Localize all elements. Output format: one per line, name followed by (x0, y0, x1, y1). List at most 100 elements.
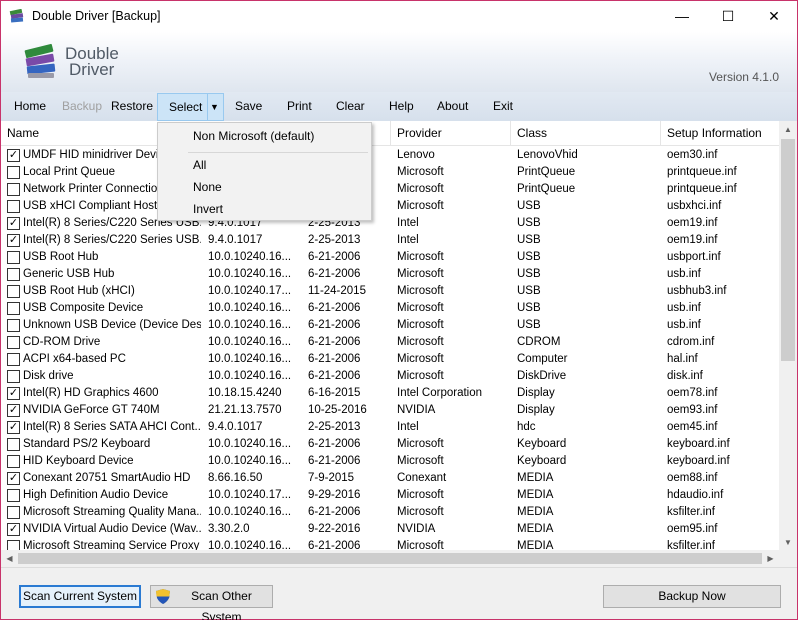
cell-name: Generic USB Hub (23, 268, 115, 280)
row-checkbox[interactable] (7, 166, 20, 179)
cell-version: 10.0.10240.16... (208, 302, 292, 314)
row-checkbox[interactable] (7, 200, 20, 213)
dropdown-item-invert[interactable]: Invert (193, 199, 223, 219)
row-checkbox[interactable] (7, 506, 20, 519)
close-button[interactable]: ✕ (751, 1, 797, 32)
row-checkbox[interactable] (7, 353, 20, 366)
app-header: Double Driver Version 4.1.0 (1, 32, 797, 92)
table-row[interactable]: USB Root Hub (xHCI) 10.0.10240.17... 11-24… (1, 283, 779, 300)
column-header-provider[interactable]: Provider (391, 121, 511, 146)
table-row[interactable]: USB Composite Device 10.0.10240.16... 6-21… (1, 300, 779, 317)
row-checkbox[interactable]: ✓ (7, 149, 20, 162)
row-checkbox[interactable] (7, 302, 20, 315)
row-checkbox[interactable] (7, 268, 20, 281)
scrollbar-corner (779, 550, 797, 567)
row-checkbox[interactable] (7, 336, 20, 349)
row-checkbox[interactable] (7, 251, 20, 264)
column-header-setup-information[interactable]: Setup Information (661, 121, 779, 146)
row-checkbox[interactable] (7, 438, 20, 451)
menu-help[interactable]: Help (389, 92, 414, 121)
backup-now-button[interactable]: Backup Now (603, 585, 781, 608)
table-row[interactable]: ✓ Intel(R) 8 Series SATA AHCI Cont... 9.4.… (1, 419, 779, 436)
cell-version: 10.18.15.4240 (208, 387, 282, 399)
table-row[interactable]: HID Keyboard Device 10.0.10240.16... 6-21-… (1, 453, 779, 470)
cell-class: USB (517, 285, 541, 297)
menu-save[interactable]: Save (235, 92, 262, 121)
table-row[interactable]: Microsoft Streaming Quality Mana... 10.0.… (1, 504, 779, 521)
cell-class: Display (517, 404, 555, 416)
table-row[interactable]: USB Root Hub 10.0.10240.16... 6-21-2006 Mic… (1, 249, 779, 266)
row-checkbox[interactable]: ✓ (7, 404, 20, 417)
menu-about[interactable]: About (437, 92, 468, 121)
table-row[interactable]: Standard PS/2 Keyboard 10.0.10240.16... 6-… (1, 436, 779, 453)
cell-version: 10.0.10240.16... (208, 251, 292, 263)
horizontal-scroll-thumb[interactable] (18, 553, 762, 564)
cell-setup-information: hdaudio.inf (667, 489, 724, 501)
scan-other-system-button[interactable]: Scan Other System (150, 585, 273, 620)
row-checkbox[interactable] (7, 455, 20, 468)
table-row[interactable]: Generic USB Hub 10.0.10240.16... 6-21-2006… (1, 266, 779, 283)
dropdown-item-none[interactable]: None (193, 177, 222, 197)
cell-provider: Conexant (397, 472, 447, 484)
table-row[interactable]: ✓ UMDF HID minidriver Device Lenovo LenovoV… (1, 147, 779, 164)
cell-class: USB (517, 268, 541, 280)
cell-class: USB (517, 319, 541, 331)
cell-setup-information: cdrom.inf (667, 336, 715, 348)
menu-clear[interactable]: Clear (336, 92, 365, 121)
row-checkbox[interactable]: ✓ (7, 234, 20, 247)
scroll-left-arrow-icon[interactable]: ◀ (1, 550, 18, 567)
row-checkbox[interactable]: ✓ (7, 387, 20, 400)
cell-class: Keyboard (517, 438, 567, 450)
scroll-up-arrow-icon[interactable]: ▲ (779, 121, 797, 138)
dropdown-item-all[interactable]: All (193, 155, 206, 175)
menu-restore[interactable]: Restore (111, 92, 153, 121)
maximize-button[interactable]: ☐ (705, 1, 751, 32)
cell-name: HID Keyboard Device (23, 455, 134, 467)
table-row[interactable]: ACPI x64-based PC 10.0.10240.16... 6-21-20… (1, 351, 779, 368)
menu-exit[interactable]: Exit (493, 92, 513, 121)
driver-list[interactable]: Name Provider Class Setup Information ✓ U… (1, 121, 797, 551)
row-checkbox[interactable]: ✓ (7, 472, 20, 485)
row-checkbox[interactable]: ✓ (7, 217, 20, 230)
row-checkbox[interactable]: ✓ (7, 421, 20, 434)
chevron-down-icon[interactable]: ▼ (210, 94, 222, 120)
row-checkbox[interactable] (7, 319, 20, 332)
scroll-right-arrow-icon[interactable]: ▶ (762, 550, 779, 567)
table-row[interactable]: ✓ Intel(R) 8 Series/C220 Series USB... 9.4… (1, 215, 779, 232)
table-row[interactable]: ✓ Intel(R) HD Graphics 4600 10.18.15.4240 6… (1, 385, 779, 402)
vertical-scroll-thumb[interactable] (781, 139, 795, 361)
row-checkbox[interactable] (7, 489, 20, 502)
row-checkbox[interactable] (7, 370, 20, 383)
scroll-down-arrow-icon[interactable]: ▼ (779, 534, 797, 551)
column-header-class[interactable]: Class (511, 121, 661, 146)
table-row[interactable]: ✓ Intel(R) 8 Series/C220 Series USB... 9.4… (1, 232, 779, 249)
table-row[interactable]: ✓ NVIDIA GeForce GT 740M 21.21.13.7570 10-2… (1, 402, 779, 419)
table-row[interactable]: High Definition Audio Device 10.0.10240.1… (1, 487, 779, 504)
row-checkbox[interactable] (7, 285, 20, 298)
minimize-button[interactable]: — (659, 1, 705, 32)
scan-current-system-button[interactable]: Scan Current System (19, 585, 141, 608)
table-row[interactable]: Disk drive 10.0.10240.16... 6-21-2006 Micro… (1, 368, 779, 385)
table-row[interactable]: USB xHCI Compliant Host Co... Microsoft US… (1, 198, 779, 215)
menu-home[interactable]: Home (14, 92, 46, 121)
table-row[interactable]: ✓ Conexant 20751 SmartAudio HD 8.66.16.50 7… (1, 470, 779, 487)
table-row[interactable]: ✓ NVIDIA Virtual Audio Device (Wav... 3.30… (1, 521, 779, 538)
title-bar[interactable]: Double Driver [Backup] — ☐ ✕ (1, 1, 797, 32)
dropdown-item-non-microsoft[interactable]: Non Microsoft (default) (193, 126, 314, 146)
table-row[interactable]: Network Printer Connection Microsoft Print… (1, 181, 779, 198)
menu-select[interactable]: Select ▼ (157, 93, 224, 121)
row-checkbox[interactable] (7, 183, 20, 196)
horizontal-scrollbar[interactable]: ◀ ▶ (1, 550, 779, 567)
cell-name: Microsoft Streaming Quality Mana... (23, 506, 201, 518)
table-row[interactable]: Local Print Queue Microsoft PrintQueue prin… (1, 164, 779, 181)
cell-provider: Microsoft (397, 438, 444, 450)
table-row[interactable]: CD-ROM Drive 10.0.10240.16... 6-21-2006 Mic… (1, 334, 779, 351)
cell-date: 2-25-2013 (308, 421, 361, 433)
menu-select-label[interactable]: Select (169, 94, 202, 120)
menu-print[interactable]: Print (287, 92, 312, 121)
vertical-scrollbar[interactable]: ▲ ▼ (779, 121, 797, 551)
row-checkbox[interactable]: ✓ (7, 523, 20, 536)
cell-version: 8.66.16.50 (208, 472, 263, 484)
table-row[interactable]: Unknown USB Device (Device Des... 10.0.10… (1, 317, 779, 334)
cell-provider: Microsoft (397, 268, 444, 280)
